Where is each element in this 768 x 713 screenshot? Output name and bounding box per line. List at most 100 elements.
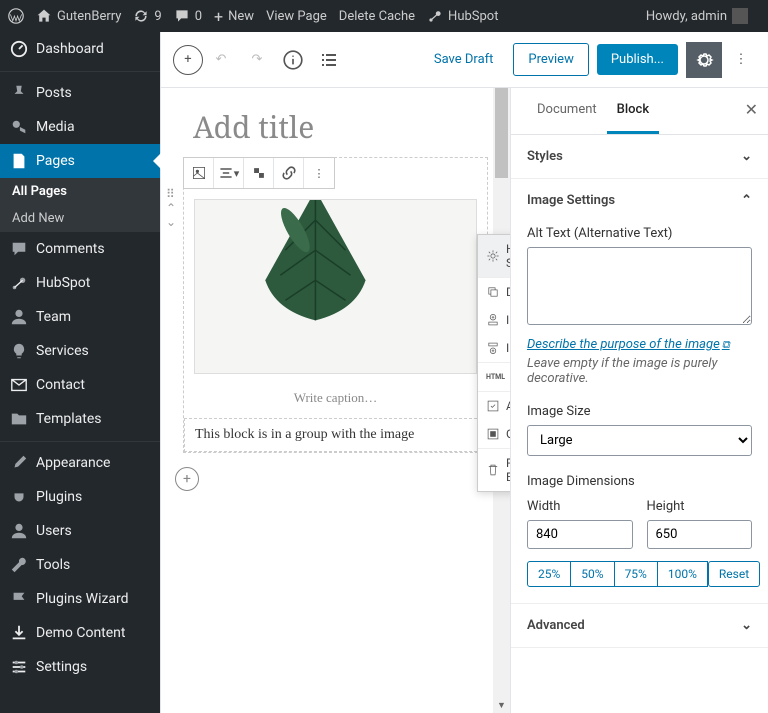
size-25-button[interactable]: 25% (527, 561, 571, 587)
info-button[interactable] (275, 42, 311, 78)
menu-comments[interactable]: Comments (0, 232, 160, 266)
height-input[interactable] (647, 520, 753, 549)
add-block-below[interactable]: + (175, 467, 199, 491)
comments-count[interactable]: 0 (174, 8, 202, 24)
menu-appearance[interactable]: Appearance (0, 446, 160, 480)
inspector-tabs: Document Block ✕ (511, 88, 768, 135)
remove-block[interactable]: Remove BlockShift+Alt+Z (478, 449, 510, 491)
publish-button[interactable]: Publish... (597, 44, 678, 75)
paragraph-block[interactable]: This block is in a group with the image (184, 418, 487, 452)
block-inspector: Document Block ✕ Styles⌄ Image Settings⌃… (510, 88, 768, 713)
size-75-button[interactable]: 75% (614, 561, 658, 587)
more-menu[interactable]: ⋮ (726, 52, 756, 67)
brush-icon (10, 454, 28, 472)
block-mover[interactable]: ⠿⌃⌄ (166, 188, 176, 228)
add-block-button[interactable]: + (173, 45, 203, 75)
gear-icon (486, 249, 500, 263)
menu-tools[interactable]: Tools (0, 548, 160, 582)
menu-posts[interactable]: Posts (0, 76, 160, 110)
reset-size-button[interactable]: Reset (708, 561, 760, 587)
panel-styles-toggle[interactable]: Styles⌄ (511, 135, 768, 178)
add-to-reusable[interactable]: Add to Reusable Blocks (478, 392, 510, 420)
wp-logo[interactable] (8, 8, 24, 24)
new-content[interactable]: +New (214, 7, 254, 26)
view-page[interactable]: View Page (266, 9, 327, 24)
menu-media[interactable]: Media (0, 110, 160, 144)
external-icon: ⧉ (722, 338, 730, 351)
pin-icon (10, 84, 28, 102)
block-editor: + ↶ ↷ Save Draft Preview Publish... ⋮ Ad… (160, 32, 768, 713)
alt-text-input[interactable] (527, 247, 752, 325)
submenu-all-pages[interactable]: All Pages (0, 178, 160, 205)
menu-settings[interactable]: Settings (0, 650, 160, 684)
menu-templates[interactable]: Templates (0, 402, 160, 436)
page-icon (10, 152, 28, 170)
panel-image-settings: Image Settings⌃ Alt Text (Alternative Te… (511, 179, 768, 604)
hubspot-menu[interactable]: HubSpot (427, 8, 498, 24)
insert-before-icon (486, 313, 500, 327)
group-block[interactable]: ⠿⌃⌄ ▾ ⋮ (183, 157, 488, 453)
menu-plugins-wizard[interactable]: Plugins Wizard (0, 582, 160, 616)
alt-text-label: Alt Text (Alternative Text) (527, 226, 752, 241)
height-label: Height (647, 499, 753, 514)
tab-block[interactable]: Block (607, 88, 659, 134)
delete-cache[interactable]: Delete Cache (339, 9, 415, 24)
image-block[interactable] (194, 199, 477, 374)
preview-button[interactable]: Preview (513, 43, 588, 76)
menu-dashboard[interactable]: Dashboard (0, 32, 160, 66)
panel-image-settings-toggle[interactable]: Image Settings⌃ (511, 179, 768, 222)
close-inspector[interactable]: ✕ (745, 100, 758, 119)
size-100-button[interactable]: 100% (657, 561, 708, 587)
image-content (195, 200, 476, 374)
bulb-icon (10, 342, 28, 360)
align-button[interactable]: ▾ (214, 158, 244, 188)
duplicate-block[interactable]: DuplicateCtrl+Shift+D (478, 278, 510, 306)
outline-button[interactable] (311, 42, 347, 78)
download-icon (10, 624, 28, 642)
user-icon (10, 308, 28, 326)
admin-bar: GutenBerry 9 0 +New View Page Delete Cac… (0, 0, 768, 32)
editor-canvas[interactable]: Add title ⠿⌃⌄ ▾ ⋮ (161, 88, 510, 713)
insert-before[interactable]: Insert BeforeCtrl+Alt+T (478, 306, 510, 334)
block-type-button[interactable] (184, 158, 214, 188)
image-size-select[interactable]: Large (527, 425, 752, 456)
block-more-button[interactable]: ⋮ (304, 158, 334, 188)
plug-icon (10, 488, 28, 506)
menu-users[interactable]: Users (0, 514, 160, 548)
width-input[interactable] (527, 520, 633, 549)
tab-document[interactable]: Document (527, 88, 607, 134)
crop-button[interactable] (244, 158, 274, 188)
chevron-down-icon: ⌄ (741, 618, 752, 633)
group-blocks[interactable]: Group (478, 420, 510, 448)
save-draft-button[interactable]: Save Draft (422, 44, 506, 75)
html-icon: HTML (486, 373, 505, 381)
copy-icon (486, 285, 500, 299)
panel-advanced-toggle[interactable]: Advanced⌄ (511, 604, 768, 647)
menu-services[interactable]: Services (0, 334, 160, 368)
undo-button[interactable]: ↶ (203, 42, 239, 78)
menu-pages[interactable]: Pages (0, 144, 160, 178)
redo-button[interactable]: ↷ (239, 42, 275, 78)
image-caption[interactable]: Write caption… (184, 384, 487, 412)
chevron-down-icon: ⌄ (741, 149, 752, 164)
refresh-icon (133, 8, 149, 24)
size-50-button[interactable]: 50% (570, 561, 614, 587)
describe-link[interactable]: Describe the purpose of the image⧉ (527, 337, 730, 352)
chevron-up-icon: ⌃ (741, 193, 752, 208)
submenu-add-new[interactable]: Add New (0, 205, 160, 232)
updates[interactable]: 9 (133, 8, 161, 24)
hide-block-settings[interactable]: Hide Block SettingsCtrl+Shift+, (478, 235, 510, 277)
settings-toggle[interactable] (686, 42, 722, 78)
menu-hubspot[interactable]: HubSpot (0, 266, 160, 300)
menu-demo-content[interactable]: Demo Content (0, 616, 160, 650)
image-size-label: Image Size (527, 404, 752, 419)
my-account[interactable]: Howdy, admin (646, 8, 748, 24)
link-button[interactable] (274, 158, 304, 188)
site-name[interactable]: GutenBerry (36, 8, 121, 24)
post-title[interactable]: Add title (161, 88, 510, 157)
menu-contact[interactable]: Contact (0, 368, 160, 402)
menu-team[interactable]: Team (0, 300, 160, 334)
insert-after[interactable]: Insert AfterCtrl+Alt+Y (478, 334, 510, 362)
menu-plugins[interactable]: Plugins (0, 480, 160, 514)
edit-as-html[interactable]: HTMLEdit as HTML (478, 363, 510, 391)
